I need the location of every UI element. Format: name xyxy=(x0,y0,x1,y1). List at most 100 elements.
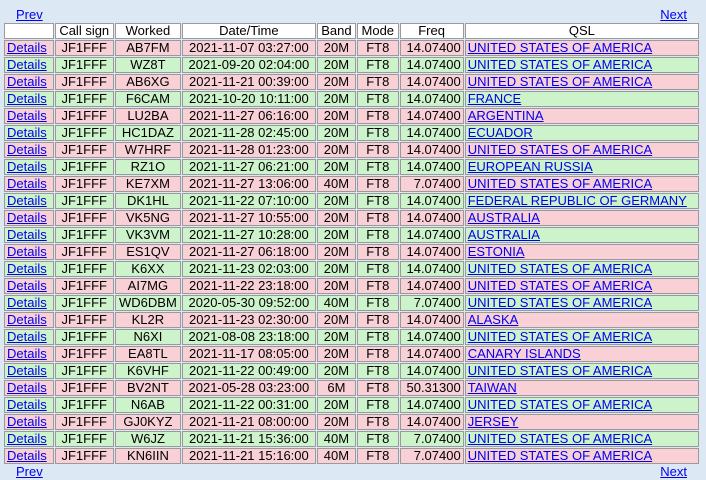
details-link[interactable]: Details xyxy=(7,126,47,140)
table-row: Details JF1FFF BV2NT 2021-05-28 03:23:00 6M F… xyxy=(4,380,699,396)
qsl-country-link[interactable]: UNITED STATES OF AMERICA xyxy=(468,364,652,378)
qsl-country-link[interactable]: UNITED STATES OF AMERICA xyxy=(468,330,652,344)
qsl-country-link[interactable]: UNITED STATES OF AMERICA xyxy=(468,432,652,446)
table-row: Details JF1FFF HC1DAZ 2021-11-28 02:45:00 20… xyxy=(4,125,699,141)
details-link[interactable]: Details xyxy=(7,228,47,242)
details-link[interactable]: Details xyxy=(7,245,47,259)
worked-cell: DK1HL xyxy=(114,193,182,209)
datetime-cell: 2021-11-21 15:36:00 xyxy=(182,431,316,447)
details-link[interactable]: Details xyxy=(7,194,47,208)
column-header: Date/Time xyxy=(182,23,316,39)
qsl-country-link[interactable]: UNITED STATES OF AMERICA xyxy=(468,75,652,89)
next-link-bottom[interactable]: Next xyxy=(660,465,687,479)
details-cell: Details xyxy=(4,448,54,464)
qsl-country-link[interactable]: UNITED STATES OF AMERICA xyxy=(468,143,652,157)
call-sign-cell: JF1FFF xyxy=(54,448,114,464)
qsl-cell: UNITED STATES OF AMERICA xyxy=(464,397,699,413)
qsl-country-link[interactable]: EUROPEAN RUSSIA xyxy=(468,160,593,174)
details-cell: Details xyxy=(4,74,54,90)
details-link[interactable]: Details xyxy=(7,313,47,327)
column-header: Mode xyxy=(357,23,399,39)
qsl-country-link[interactable]: UNITED STATES OF AMERICA xyxy=(468,262,652,276)
qsl-country-link[interactable]: UNITED STATES OF AMERICA xyxy=(468,58,652,72)
qsl-country-link[interactable]: AUSTRALIA xyxy=(468,228,540,242)
qsl-country-link[interactable]: CANARY ISLANDS xyxy=(468,347,581,361)
table-row: Details JF1FFF WZ8T 2021-09-20 02:04:00 20M F… xyxy=(4,57,699,73)
call-sign-cell: JF1FFF xyxy=(54,278,114,294)
datetime-cell: 2021-11-21 15:16:00 xyxy=(182,448,316,464)
details-cell: Details xyxy=(4,295,54,311)
datetime-cell: 2021-11-22 00:31:00 xyxy=(182,397,316,413)
details-link[interactable]: Details xyxy=(7,279,47,293)
prev-link-top[interactable]: Prev xyxy=(16,8,43,22)
table-row: Details JF1FFF GJ0KYZ 2021-11-21 08:00:00 20… xyxy=(4,414,699,430)
datetime-cell: 2021-11-23 02:30:00 xyxy=(182,312,316,328)
call-sign-cell: JF1FFF xyxy=(54,397,114,413)
band-cell: 20M xyxy=(316,312,357,328)
details-cell: Details xyxy=(4,244,54,260)
qso-log: Prev Next Call sign Worked Date/Time Band Mo… xyxy=(3,7,700,480)
details-link[interactable]: Details xyxy=(7,41,47,55)
details-link[interactable]: Details xyxy=(7,143,47,157)
qsl-country-link[interactable]: TAIWAN xyxy=(468,381,517,395)
qsl-country-link[interactable]: UNITED STATES OF AMERICA xyxy=(468,41,652,55)
mode-cell: FT8 xyxy=(357,176,399,192)
qsl-country-link[interactable]: AUSTRALIA xyxy=(468,211,540,225)
details-link[interactable]: Details xyxy=(7,347,47,361)
details-link[interactable]: Details xyxy=(7,364,47,378)
details-link[interactable]: Details xyxy=(7,449,47,463)
qsl-country-link[interactable]: UNITED STATES OF AMERICA xyxy=(468,177,652,191)
details-link[interactable]: Details xyxy=(7,415,47,429)
prev-link-bottom[interactable]: Prev xyxy=(16,465,43,479)
table-row: Details JF1FFF N6XI 2021-08-08 23:18:00 20M F… xyxy=(4,329,699,345)
details-link[interactable]: Details xyxy=(7,330,47,344)
details-link[interactable]: Details xyxy=(7,296,47,310)
qsl-country-link[interactable]: ECUADOR xyxy=(468,126,533,140)
call-sign-cell: JF1FFF xyxy=(54,380,114,396)
band-cell: 20M xyxy=(316,108,357,124)
details-link[interactable]: Details xyxy=(7,262,47,276)
details-link[interactable]: Details xyxy=(7,211,47,225)
details-link[interactable]: Details xyxy=(7,177,47,191)
freq-cell: 14.07400 xyxy=(399,312,464,328)
band-cell: 20M xyxy=(316,278,357,294)
top-nav-row: Prev Next xyxy=(4,8,699,22)
datetime-cell: 2021-05-28 03:23:00 xyxy=(182,380,316,396)
qsl-cell: UNITED STATES OF AMERICA xyxy=(464,278,699,294)
next-link-top[interactable]: Next xyxy=(660,8,687,22)
qsl-country-link[interactable]: ESTONIA xyxy=(468,245,525,259)
qsl-country-link[interactable]: UNITED STATES OF AMERICA xyxy=(468,279,652,293)
details-link[interactable]: Details xyxy=(7,58,47,72)
table-row: Details JF1FFF RZ1O 2021-11-27 06:21:00 20M F… xyxy=(4,159,699,175)
call-sign-cell: JF1FFF xyxy=(54,74,114,90)
call-sign-cell: JF1FFF xyxy=(54,431,114,447)
details-link[interactable]: Details xyxy=(7,432,47,446)
qsl-country-link[interactable]: JERSEY xyxy=(468,415,519,429)
qsl-cell: AUSTRALIA xyxy=(464,227,699,243)
worked-cell: K6XX xyxy=(114,261,182,277)
details-link[interactable]: Details xyxy=(7,92,47,106)
datetime-cell: 2021-11-27 10:55:00 xyxy=(182,210,316,226)
qsl-country-link[interactable]: UNITED STATES OF AMERICA xyxy=(468,398,652,412)
details-link[interactable]: Details xyxy=(7,75,47,89)
call-sign-cell: JF1FFF xyxy=(54,91,114,107)
qsl-country-link[interactable]: FEDERAL REPUBLIC OF GERMANY xyxy=(468,194,687,208)
worked-cell: AB6XG xyxy=(114,74,182,90)
details-link[interactable]: Details xyxy=(7,398,47,412)
qsl-cell: FRANCE xyxy=(464,91,699,107)
details-cell: Details xyxy=(4,380,54,396)
qsl-cell: UNITED STATES OF AMERICA xyxy=(464,261,699,277)
details-link[interactable]: Details xyxy=(7,381,47,395)
column-header: Freq xyxy=(399,23,464,39)
qsl-cell: ALASKA xyxy=(464,312,699,328)
details-link[interactable]: Details xyxy=(7,160,47,174)
qsl-country-link[interactable]: UNITED STATES OF AMERICA xyxy=(468,296,652,310)
qsl-cell: TAIWAN xyxy=(464,380,699,396)
details-link[interactable]: Details xyxy=(7,109,47,123)
qsl-country-link[interactable]: ALASKA xyxy=(468,313,519,327)
qsl-country-link[interactable]: ARGENTINA xyxy=(468,109,544,123)
qsl-country-link[interactable]: UNITED STATES OF AMERICA xyxy=(468,449,652,463)
qsl-country-link[interactable]: FRANCE xyxy=(468,92,521,106)
details-cell: Details xyxy=(4,431,54,447)
datetime-cell: 2021-11-27 06:16:00 xyxy=(182,108,316,124)
